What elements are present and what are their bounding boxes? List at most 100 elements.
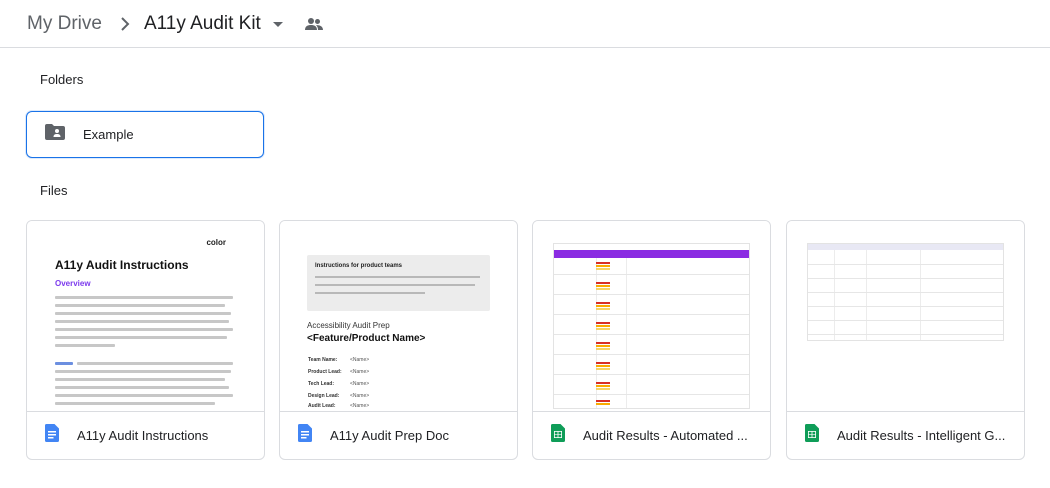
google-docs-icon: [298, 424, 312, 447]
text-link: [55, 362, 73, 365]
google-docs-icon: [45, 424, 59, 447]
sheet-preview: [807, 243, 1004, 341]
file-card-footer: Audit Results - Automated ...: [533, 411, 770, 459]
file-title: Audit Results - Automated ...: [583, 428, 748, 443]
file-card-audit-results-automated[interactable]: Audit Results - Automated ...: [532, 220, 771, 460]
sheet-cell: [596, 388, 610, 390]
text-line: [55, 296, 233, 299]
sheet-cell: [596, 265, 610, 267]
file-card-a11y-audit-instructions[interactable]: color A11y Audit Instructions Overview A…: [26, 220, 265, 460]
sheet-row-line: [808, 292, 1003, 293]
breadcrumb-my-drive[interactable]: My Drive: [27, 13, 102, 35]
thumbnail-prep-title: Accessibility Audit Prep: [307, 321, 390, 330]
sheet-cell: [596, 322, 610, 324]
files-section-label: Files: [40, 183, 68, 198]
file-thumbnail: Instructions for product teams Accessibi…: [280, 221, 517, 411]
field-label: Team Name:: [308, 357, 338, 363]
field-value: <Name>: [350, 393, 370, 399]
file-card-footer: A11y Audit Instructions: [27, 411, 264, 459]
field-label: Tech Lead:: [308, 381, 335, 387]
file-title: A11y Audit Instructions: [77, 428, 209, 443]
sheet-row-line: [554, 294, 749, 295]
file-thumbnail: color A11y Audit Instructions Overview: [27, 221, 264, 411]
file-title: A11y Audit Prep Doc: [330, 428, 449, 443]
file-thumbnail: [533, 221, 770, 411]
field-value: <Name>: [350, 357, 370, 363]
sheet-cell: [596, 308, 610, 310]
text-line: [55, 370, 231, 373]
field-label: Product Lead:: [308, 369, 342, 375]
file-card-footer: Audit Results - Intelligent G...: [787, 411, 1024, 459]
text-line: [55, 304, 225, 307]
sheet-cell: [596, 328, 610, 330]
sheet-preview: [553, 243, 750, 409]
folder-example[interactable]: Example: [26, 111, 264, 158]
sheet-row-line: [554, 334, 749, 335]
text-line: [55, 312, 231, 315]
google-sheets-icon: [551, 424, 565, 447]
sheet-cell: [596, 365, 610, 367]
field-label: Design Lead:: [308, 393, 340, 399]
file-card-footer: A11y Audit Prep Doc: [280, 411, 517, 459]
sheet-cell: [596, 400, 610, 402]
google-sheets-icon: [805, 424, 819, 447]
thumbnail-subheading: Overview: [55, 279, 91, 288]
shared-folder-icon: [45, 124, 65, 145]
file-title: Audit Results - Intelligent G...: [837, 428, 1006, 443]
thumbnail-product-name: <Feature/Product Name>: [307, 333, 426, 344]
text-line: [55, 378, 225, 381]
text-line: [55, 394, 233, 397]
text-line: [55, 320, 229, 323]
thumbnail-logo: color: [206, 238, 226, 247]
sheet-cell: [596, 325, 610, 327]
folders-section-label: Folders: [40, 72, 84, 87]
text-line: [77, 362, 233, 365]
file-card-audit-results-intelligent[interactable]: Audit Results - Intelligent G...: [786, 220, 1025, 460]
sheet-cell: [596, 262, 610, 264]
sheet-cell: [596, 385, 610, 387]
sheet-row-line: [554, 354, 749, 355]
sheet-cell: [596, 403, 610, 405]
field-value: <Name>: [350, 369, 370, 375]
file-card-a11y-audit-prep-doc[interactable]: Instructions for product teams Accessibi…: [279, 220, 518, 460]
sheet-cell: [596, 368, 610, 370]
text-line: [55, 336, 227, 339]
field-value: <Name>: [350, 403, 370, 409]
text-line: [55, 344, 115, 347]
instructions-box: Instructions for product teams: [307, 255, 490, 311]
breadcrumb-current-folder[interactable]: A11y Audit Kit: [144, 13, 261, 35]
text-line: [55, 386, 229, 389]
people-icon[interactable]: [304, 17, 323, 31]
sheet-row-line: [808, 264, 1003, 265]
sheet-cell: [596, 268, 610, 270]
sheet-row-line: [554, 314, 749, 315]
field-value: <Name>: [350, 381, 370, 387]
chevron-right-icon: [120, 16, 130, 31]
sheet-cell: [596, 282, 610, 284]
sheet-cell: [596, 305, 610, 307]
sheet-row-line: [808, 278, 1003, 279]
text-line: [315, 276, 480, 278]
sheet-row-line: [808, 306, 1003, 307]
sheet-cell: [596, 342, 610, 344]
sheet-cell: [596, 348, 610, 350]
sheet-row-line: [808, 320, 1003, 321]
file-thumbnail: [787, 221, 1024, 411]
sheet-row-line: [808, 334, 1003, 335]
text-line: [315, 292, 425, 294]
breadcrumb-bar: My Drive A11y Audit Kit: [0, 0, 1050, 48]
sheet-cell: [596, 382, 610, 384]
folder-name: Example: [83, 127, 134, 142]
sheet-header-row: [554, 250, 749, 258]
instructions-box-heading: Instructions for product teams: [315, 263, 403, 269]
sheet-cell: [596, 302, 610, 304]
sheet-header-row: [808, 244, 1003, 250]
sheet-cell: [596, 345, 610, 347]
sheet-cell: [596, 288, 610, 290]
text-line: [55, 402, 215, 405]
caret-down-icon[interactable]: [272, 22, 283, 27]
sheet-row-line: [554, 274, 749, 275]
field-label: Audit Lead:: [308, 403, 336, 409]
sheet-row-line: [554, 394, 749, 395]
text-line: [55, 328, 233, 331]
